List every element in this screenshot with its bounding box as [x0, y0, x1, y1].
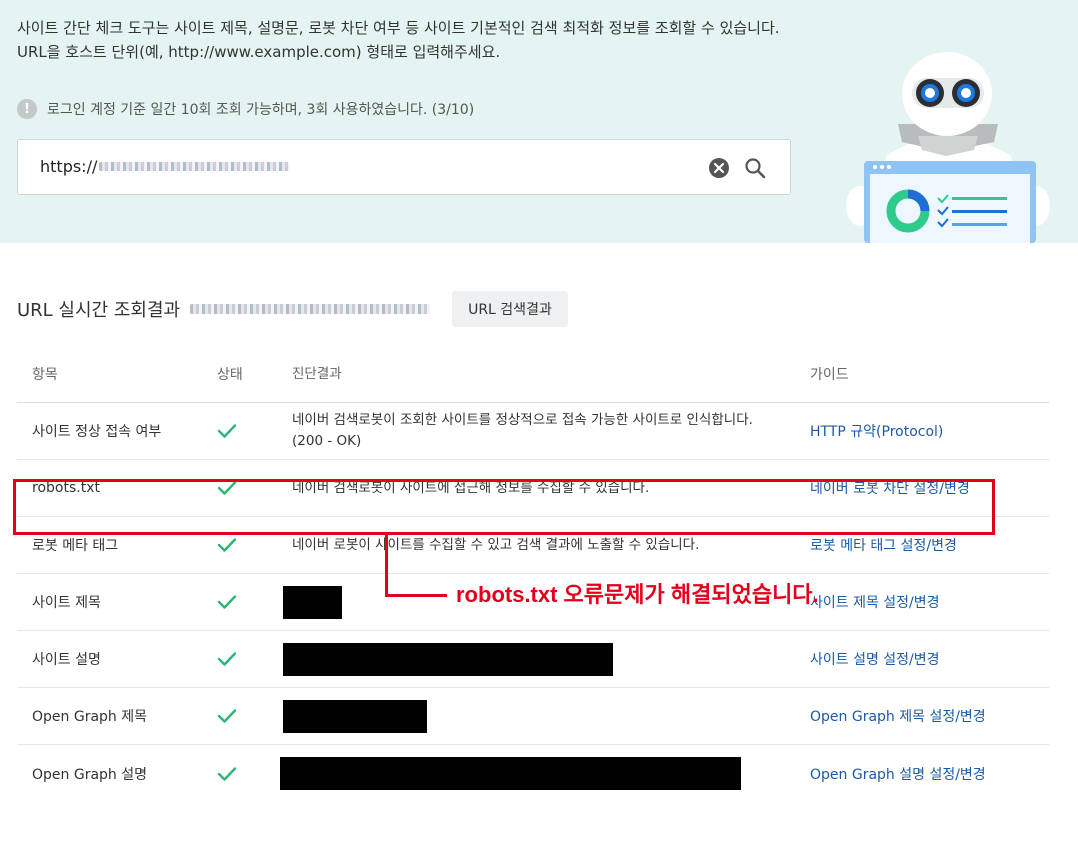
check-icon: [217, 424, 237, 438]
check-icon: [217, 709, 237, 723]
column-header-status: 상태: [217, 367, 243, 383]
blurred-url: [99, 162, 290, 171]
table-row: 사이트 정상 접속 여부 네이버 검색로봇이 조회한 사이트를 정상적으로 접속…: [17, 403, 1049, 460]
url-search-results-button[interactable]: URL 검색결과: [452, 291, 568, 327]
annotation-text: robots.txt 오류문제가 해결되었습니다.: [456, 582, 819, 607]
description-line-1: 사이트 간단 체크 도구는 사이트 제목, 설명문, 로봇 차단 여부 등 사이…: [17, 19, 780, 37]
guide-link[interactable]: Open Graph 설명 설정/변경: [810, 745, 986, 802]
blurred-result-url: [190, 304, 431, 314]
row-item-label: 사이트 설명: [32, 652, 101, 668]
status-check: [217, 631, 237, 687]
hero-panel: 사이트 간단 체크 도구는 사이트 제목, 설명문, 로봇 차단 여부 등 사이…: [0, 0, 1078, 243]
column-header-guide: 가이드: [810, 367, 849, 383]
guide-link[interactable]: 사이트 제목 설정/변경: [810, 574, 940, 630]
url-input-value: https://: [40, 157, 98, 176]
status-check: [217, 574, 237, 630]
row-item-label: Open Graph 제목: [32, 709, 147, 725]
row-result-line-1: 네이버 검색로봇이 조회한 사이트를 정상적으로 접속 가능한 사이트로 인식합…: [292, 412, 753, 428]
status-check: [217, 745, 237, 802]
description-line-2: URL을 호스트 단위(예, http://www.example.com) 형…: [17, 43, 501, 61]
table-row: Open Graph 제목 Open Graph 제목 설정/변경: [17, 688, 1049, 745]
annotation-connector-vertical: [385, 535, 388, 597]
clear-icon[interactable]: [708, 157, 730, 179]
row-result-line-2: (200 - OK): [292, 433, 362, 449]
redacted-value: [283, 642, 613, 676]
results-table: 항목 상태 진단결과 가이드 사이트 정상 접속 여부 네이버 검색로봇이 조회…: [17, 346, 1049, 802]
column-header-result: 진단결과: [292, 365, 342, 382]
annotation-highlight-box: [13, 479, 995, 535]
search-icon[interactable]: [743, 156, 767, 180]
tool-description: 사이트 간단 체크 도구는 사이트 제목, 설명문, 로봇 차단 여부 등 사이…: [17, 16, 780, 64]
row-result: [283, 631, 802, 687]
table-header-row: 항목 상태 진단결과 가이드: [17, 346, 1049, 403]
status-check: [217, 403, 237, 459]
guide-link[interactable]: HTTP 규약(Protocol): [810, 403, 943, 459]
usage-notice-text: 로그인 계정 기준 일간 10회 조회 가능하며, 3회 사용하였습니다. (3…: [47, 102, 475, 118]
row-item-label: 사이트 제목: [32, 595, 101, 611]
redacted-value: [280, 757, 741, 790]
column-header-item: 항목: [32, 367, 58, 383]
check-icon: [217, 766, 237, 781]
table-row: 사이트 설명 사이트 설명 설정/변경: [17, 631, 1049, 688]
check-icon: [217, 595, 237, 609]
row-result: [280, 745, 802, 802]
url-search-box[interactable]: https://: [17, 139, 791, 195]
guide-link[interactable]: Open Graph 제목 설정/변경: [810, 688, 986, 744]
results-header: URL 실시간 조회결과 URL 검색결과: [17, 291, 568, 327]
guide-link[interactable]: 사이트 설명 설정/변경: [810, 631, 940, 687]
url-input[interactable]: https://: [40, 157, 290, 176]
row-result: 네이버 검색로봇이 조회한 사이트를 정상적으로 접속 가능한 사이트로 인식합…: [292, 403, 802, 459]
redacted-value: [283, 585, 342, 619]
table-row: Open Graph 설명 Open Graph 설명 설정/변경: [17, 745, 1049, 802]
status-check: [217, 688, 237, 744]
row-item-label: Open Graph 설명: [32, 766, 147, 783]
info-icon: !: [17, 99, 37, 119]
redacted-value: [283, 699, 427, 733]
row-result: [283, 688, 802, 744]
annotation-connector-horizontal: [385, 594, 447, 597]
robot-mascot: [846, 52, 1050, 243]
check-icon: [217, 652, 237, 666]
usage-notice: ! 로그인 계정 기준 일간 10회 조회 가능하며, 3회 사용하였습니다. …: [17, 99, 474, 119]
row-item-label: 사이트 정상 접속 여부: [32, 424, 162, 440]
results-title: URL 실시간 조회결과: [17, 300, 181, 321]
check-icon: [217, 538, 237, 552]
